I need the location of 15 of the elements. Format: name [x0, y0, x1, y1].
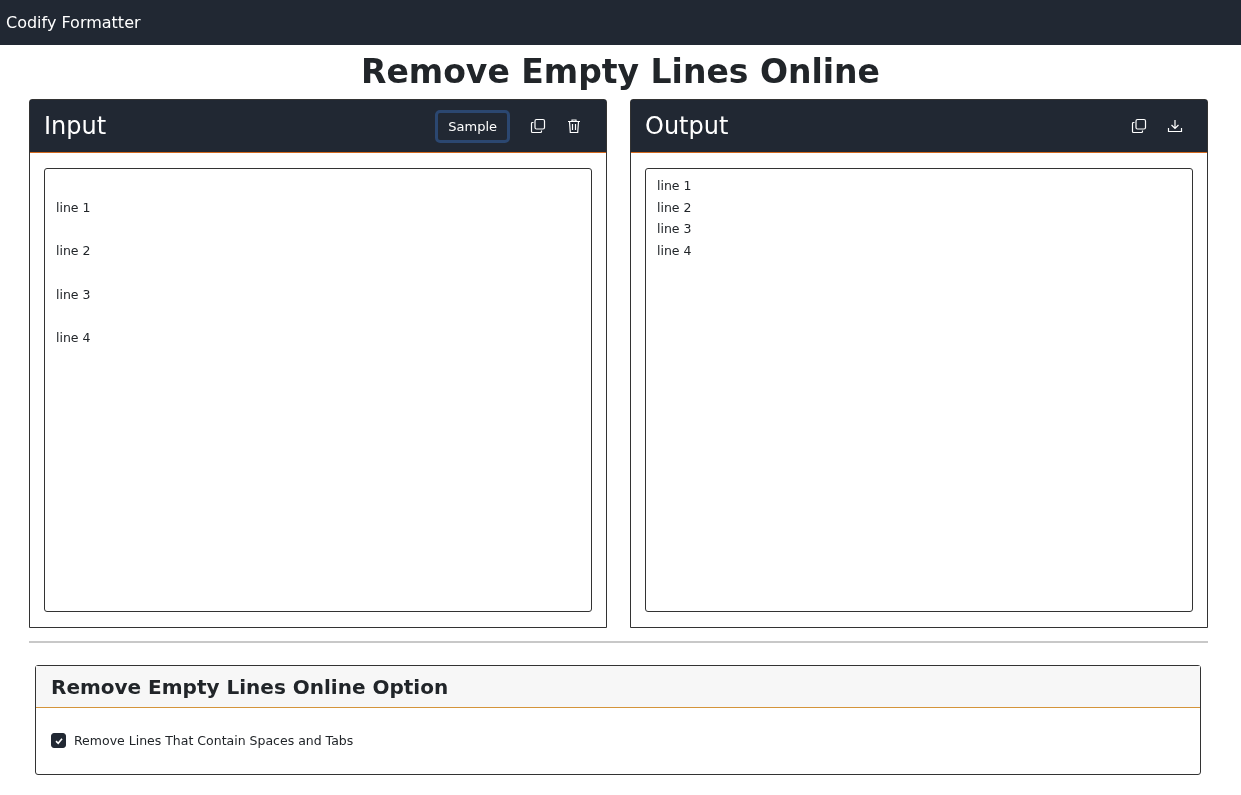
options-title: Remove Empty Lines Online Option [51, 674, 449, 699]
check-icon [53, 735, 64, 746]
checkbox-label: Remove Lines That Contain Spaces and Tabs [74, 733, 354, 748]
copy-icon[interactable] [1131, 118, 1147, 134]
sample-button[interactable]: Sample [435, 109, 510, 143]
checkbox[interactable] [51, 733, 66, 748]
input-field[interactable]: line 1 line 2 line 3 line 4 [44, 168, 592, 612]
panel-title: Input [44, 112, 107, 140]
panel-title: Output [645, 112, 729, 140]
brand-link[interactable]: Codify Formatter [6, 13, 141, 32]
page-title: Remove Empty Lines Online [360, 51, 881, 93]
output-field[interactable]: line 1 line 2 line 3 line 4 [645, 168, 1193, 612]
download-icon[interactable] [1167, 118, 1183, 134]
trash-icon[interactable] [566, 118, 582, 134]
copy-icon[interactable] [530, 118, 546, 134]
